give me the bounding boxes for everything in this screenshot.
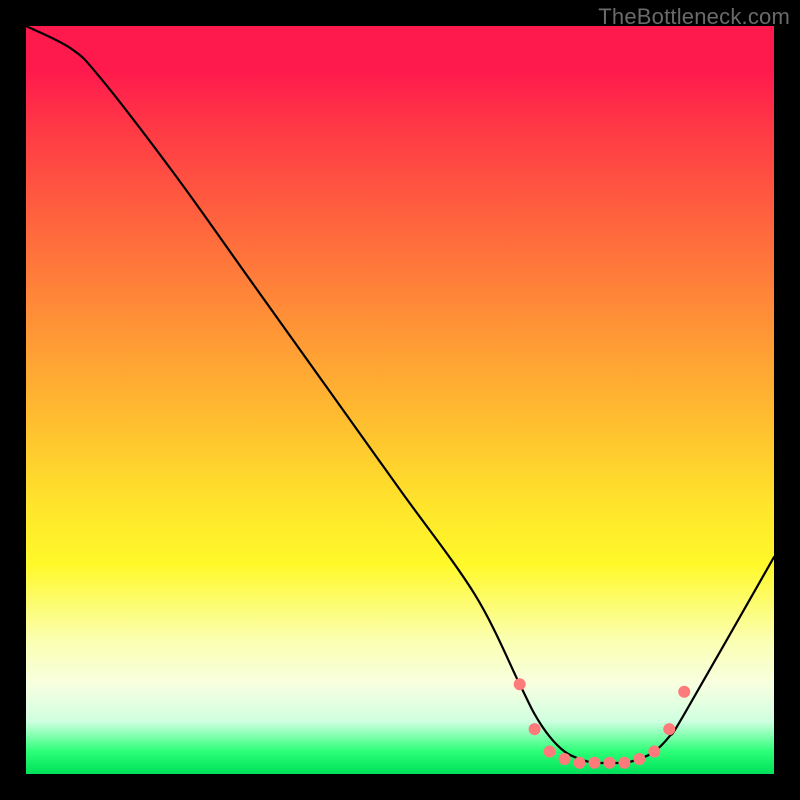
- chart-frame: TheBottleneck.com: [0, 0, 800, 800]
- marker-dot: [529, 723, 541, 735]
- marker-dot: [648, 746, 660, 758]
- marker-dot: [559, 753, 571, 765]
- marker-dot: [618, 757, 630, 769]
- curve-line: [26, 26, 774, 763]
- marker-dot: [603, 757, 615, 769]
- marker-dot: [574, 757, 586, 769]
- marker-dot: [544, 746, 556, 758]
- marker-dot: [588, 757, 600, 769]
- marker-dot: [663, 723, 675, 735]
- marker-dot: [633, 753, 645, 765]
- plot-area: [26, 26, 774, 774]
- marker-dot: [514, 678, 526, 690]
- marker-dot: [678, 686, 690, 698]
- chart-svg: [26, 26, 774, 774]
